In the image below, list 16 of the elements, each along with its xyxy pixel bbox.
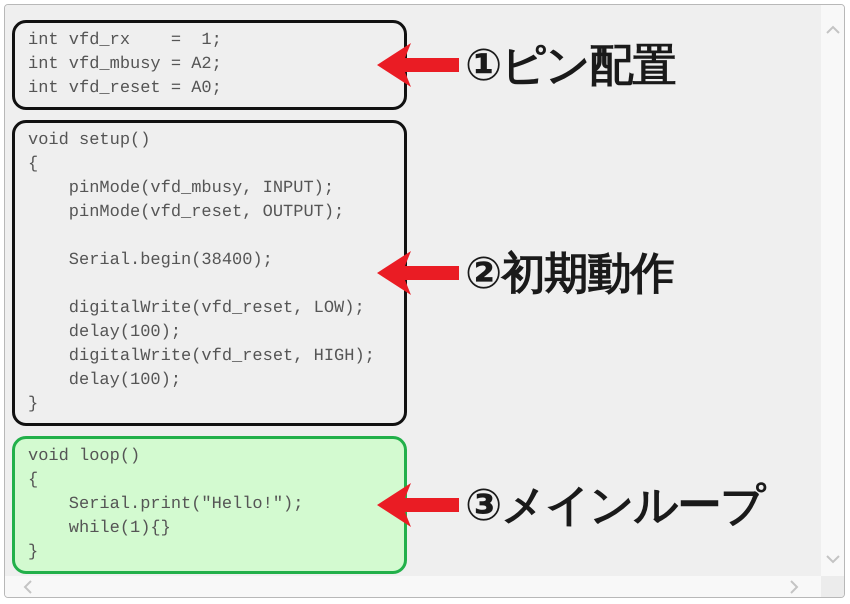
annotation-label: ③メインループ [465, 478, 764, 532]
arrow-icon [377, 43, 459, 87]
arrow-icon [377, 251, 459, 295]
code-text: void setup() { pinMode(vfd_mbusy, INPUT); pinMode(vfd_reset, OUTPUT); Serial.begin(38400); digitalWrite(vfd_reset, LOW); delay(100); digitalWrite(vfd_reset, HIGH); delay(100); } [28, 130, 376, 416]
vertical-scrollbar[interactable] [821, 5, 844, 576]
scroll-left-icon[interactable] [23, 580, 32, 594]
scroll-right-icon[interactable] [790, 580, 799, 594]
scroll-up-icon[interactable] [826, 25, 840, 34]
scrollbar-corner [821, 576, 844, 597]
arrow-icon [377, 483, 459, 527]
annotation-label: ①ピン配置 [465, 38, 676, 92]
horizontal-scrollbar[interactable] [5, 576, 821, 597]
code-text: int vfd_rx = 1; int vfd_mbusy = A2; int vfd_reset = A0; [28, 30, 223, 100]
scroll-down-icon[interactable] [826, 555, 840, 564]
code-text: void loop() { Serial.print("Hello!"); while(1){} } [28, 446, 304, 564]
annotation-label: ②初期動作 [465, 246, 674, 300]
